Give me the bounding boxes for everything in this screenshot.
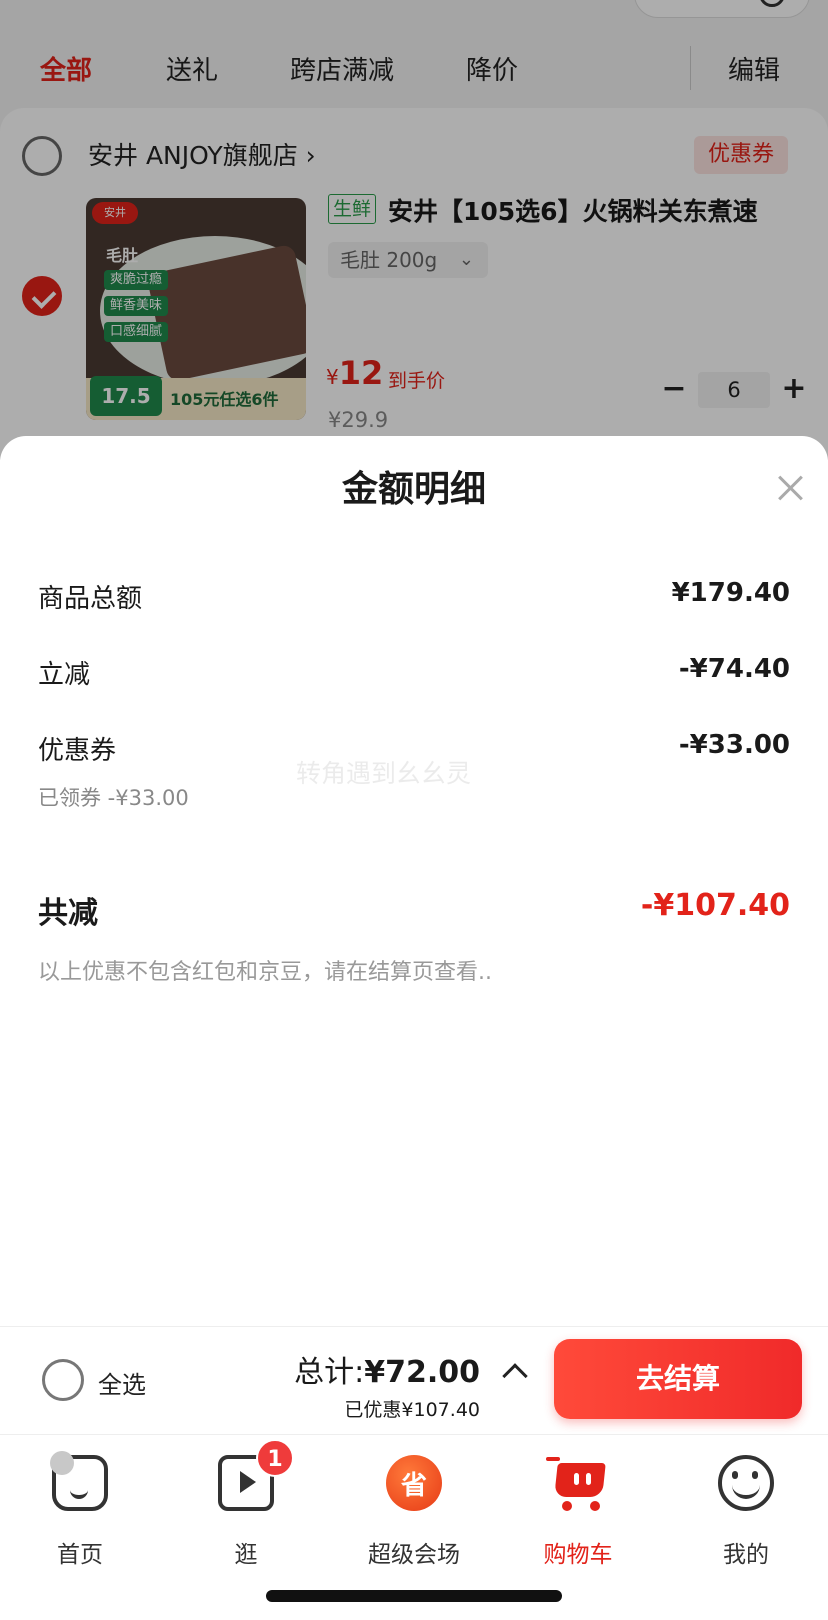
- saved-amount: 已优惠¥107.40: [344, 1399, 480, 1421]
- cart-wheel: [562, 1501, 572, 1511]
- instant-discount-value: -¥74.40: [678, 654, 790, 684]
- home-indicator: [266, 1590, 562, 1602]
- instant-discount-label: 立减: [38, 660, 91, 690]
- coupon-claimed-note: 已领券 -¥33.00: [38, 786, 189, 810]
- cart-eye: [586, 1473, 591, 1485]
- close-icon[interactable]: [774, 472, 806, 504]
- tab-label: 购物车: [543, 1542, 613, 1568]
- total-discount-label: 共减: [38, 896, 98, 931]
- notification-badge: 1: [256, 1439, 294, 1477]
- coupon-value: -¥33.00: [678, 730, 790, 760]
- tab-label: 我的: [723, 1542, 769, 1568]
- select-all-label[interactable]: 全选: [98, 1365, 146, 1400]
- cart-eye: [574, 1473, 579, 1485]
- cart-body: [554, 1463, 606, 1497]
- modal-overlay[interactable]: [0, 0, 828, 460]
- total-sum-value: ¥72.00: [364, 1355, 480, 1390]
- sheet-title: 金额明细: [341, 469, 486, 510]
- total-sum-prefix: 总计:: [294, 1355, 365, 1390]
- cart-handle: [546, 1457, 560, 1461]
- cart-page-background: 全部 送礼 跨店满减 降价 编辑 安井 ANJOY旗舰店 › 优惠券 安井 毛肚…: [0, 0, 828, 468]
- tab-label: 超级会场: [368, 1542, 460, 1568]
- goods-total-label: 商品总额: [38, 584, 143, 614]
- total-discount-value: -¥107.40: [640, 888, 790, 923]
- tab-label: 首页: [57, 1542, 103, 1568]
- tab-label: 逛: [234, 1542, 258, 1568]
- discount-disclaimer: 以上优惠不包含红包和京豆，请在结算页查看..: [38, 960, 492, 985]
- cart-icon: [546, 1455, 606, 1511]
- goods-total-value: ¥179.40: [671, 578, 790, 608]
- checkout-button[interactable]: 去结算: [554, 1339, 802, 1419]
- home-icon: [50, 1451, 108, 1511]
- total-sum: 总计:¥72.00: [294, 1347, 480, 1391]
- amount-details-sheet: 金额明细 商品总额 ¥179.40 立减 -¥74.40 优惠券 -¥33.00…: [0, 436, 828, 1326]
- chevron-up-icon[interactable]: [502, 1363, 528, 1389]
- watermark: 转角遇到幺幺灵: [296, 759, 472, 788]
- select-all-radio[interactable]: [42, 1359, 84, 1401]
- cart-wheel: [590, 1501, 600, 1511]
- venue-icon: [386, 1455, 442, 1511]
- checkout-bar: 全选 总计:¥72.00 已优惠¥107.40 去结算: [0, 1326, 828, 1434]
- me-icon: [718, 1455, 774, 1511]
- coupon-label: 优惠券: [38, 736, 117, 766]
